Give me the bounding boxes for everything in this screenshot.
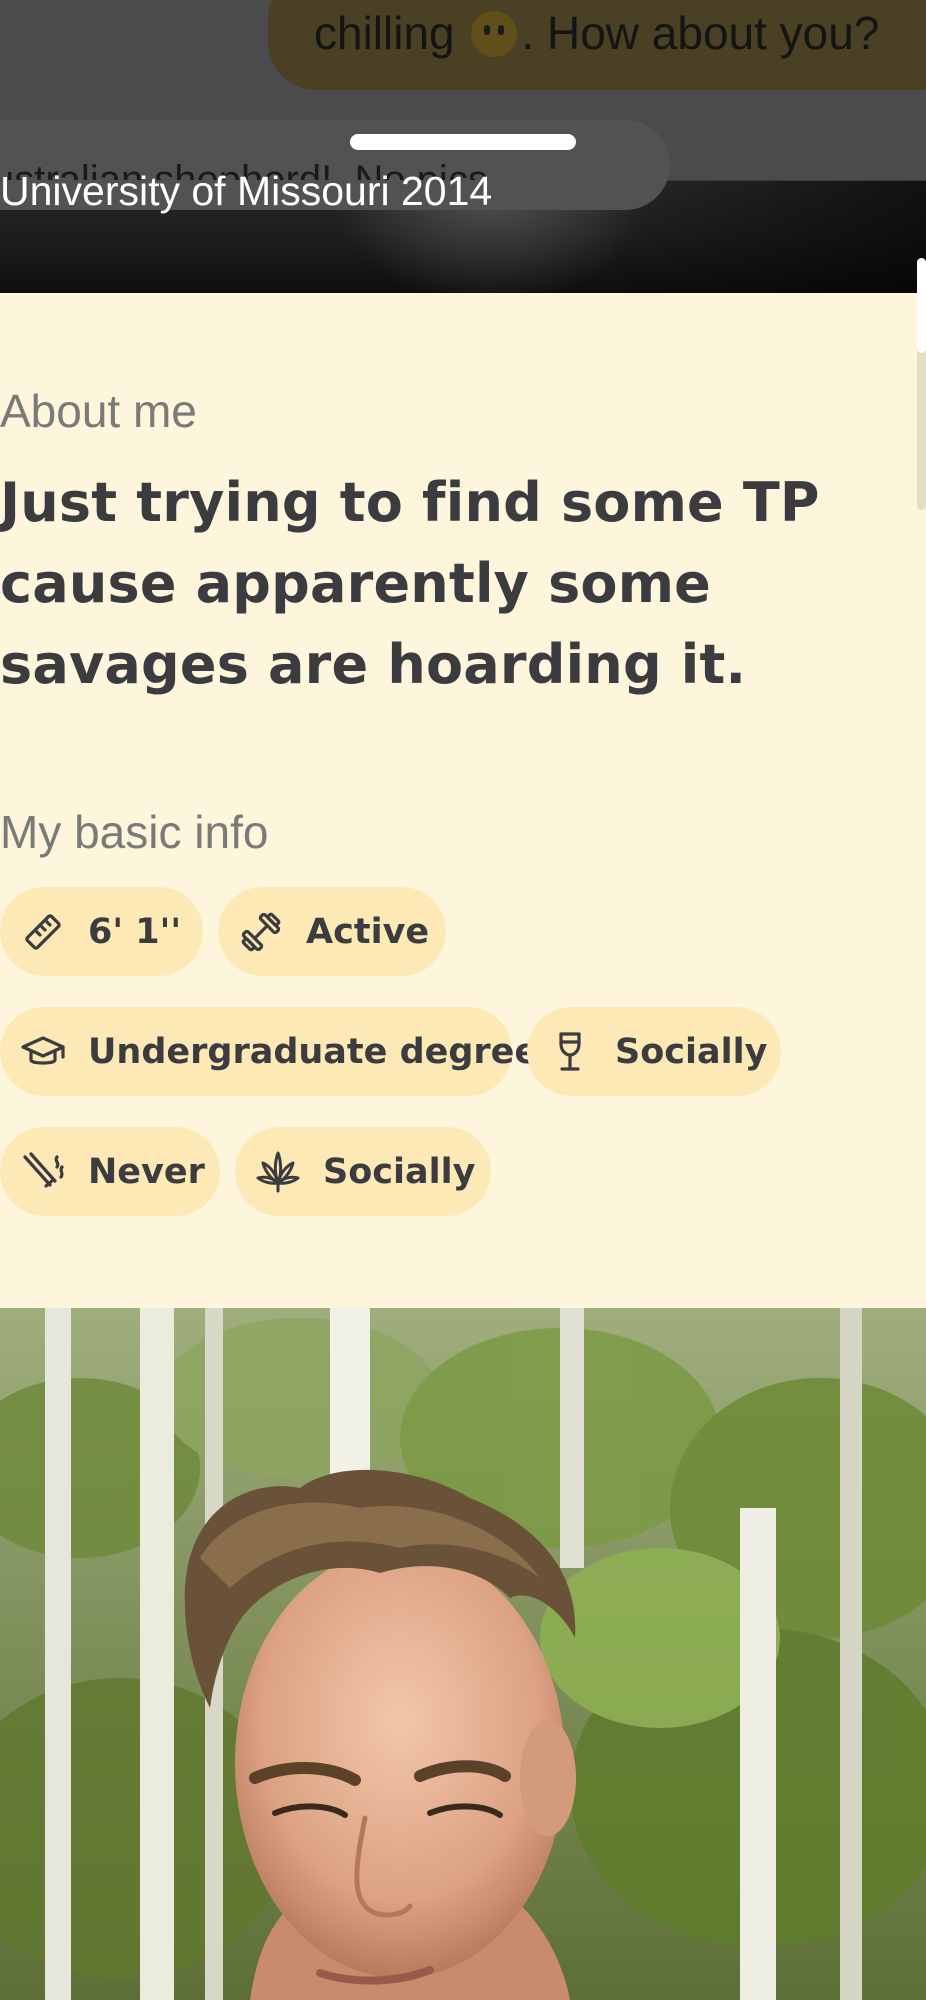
profile-screen: chilling . How about you? ustralian shep… bbox=[0, 0, 926, 2000]
sheet-grab-handle[interactable] bbox=[350, 134, 576, 150]
cannabis-leaf-icon bbox=[256, 1151, 300, 1192]
about-me-text: Just trying to find some TP cause appare… bbox=[0, 471, 820, 696]
about-me-heading: About me bbox=[0, 385, 197, 437]
chip-label: Undergraduate degree bbox=[88, 1031, 539, 1072]
chip-label: Never bbox=[88, 1151, 205, 1192]
profile-photo[interactable] bbox=[0, 1308, 926, 2000]
chip-label: Socially bbox=[615, 1031, 768, 1072]
message-suffix: . How about you? bbox=[521, 7, 880, 59]
smiley-emoji-icon bbox=[471, 11, 518, 57]
chip-cannabis: Socially bbox=[235, 1127, 491, 1216]
chip-label: 6' 1'' bbox=[88, 911, 182, 952]
chat-sheet[interactable]: chilling . How about you? bbox=[0, 0, 926, 210]
chip-height: 6' 1'' bbox=[0, 887, 203, 976]
chip-education: Undergraduate degree bbox=[0, 1007, 538, 1096]
dumbbell-icon bbox=[241, 912, 281, 951]
chip-label: Socially bbox=[323, 1151, 476, 1192]
chip-drinking: Socially bbox=[527, 1007, 781, 1096]
ruler-icon bbox=[25, 913, 61, 950]
wine-glass-icon bbox=[559, 1031, 581, 1071]
chip-smoking: Never bbox=[0, 1127, 220, 1216]
scrollbar[interactable] bbox=[917, 258, 926, 510]
chat-message-text: chilling . How about you? bbox=[314, 7, 879, 59]
chip-exercise: Active bbox=[218, 887, 446, 976]
message-prefix: chilling bbox=[314, 7, 455, 59]
chip-label: Active bbox=[306, 911, 430, 952]
scrollbar-thumb[interactable] bbox=[917, 258, 926, 353]
profile-photo-illustration bbox=[0, 1308, 926, 2000]
cigarette-icon bbox=[23, 1151, 64, 1188]
basic-info-heading: My basic info bbox=[0, 806, 269, 858]
school-line: University of Missouri 2014 bbox=[0, 168, 493, 214]
chat-message-bubble: chilling . How about you? bbox=[268, 0, 926, 90]
graduation-cap-icon bbox=[21, 1035, 65, 1065]
